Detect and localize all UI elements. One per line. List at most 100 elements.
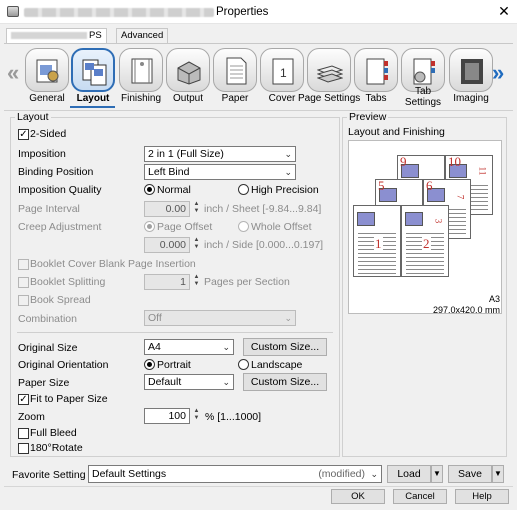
imaging-tab-icon[interactable]: [449, 48, 493, 92]
tab-printer-ps[interactable]: PS: [6, 28, 107, 44]
zoom-spinner[interactable]: ▲ ▼: [192, 408, 201, 424]
creep-whole-offset-radio[interactable]: [238, 221, 249, 232]
full-bleed-checkbox[interactable]: [18, 428, 29, 439]
cancel-button[interactable]: Cancel: [393, 489, 447, 504]
two-sided-checkbox[interactable]: ✓: [18, 129, 29, 140]
tab-finishing[interactable]: Finishing: [119, 93, 163, 104]
cover-tab-icon[interactable]: 1: [260, 48, 304, 92]
quality-normal-radio[interactable]: [144, 184, 155, 195]
preview-paper-size: A3: [488, 294, 500, 304]
page-number: 10: [448, 154, 461, 169]
landscape-label: Landscape: [251, 359, 303, 371]
preview-flower-image: [405, 212, 423, 226]
chevron-down-icon: ⌄: [284, 313, 292, 323]
pages-per-section-input[interactable]: 1: [144, 274, 190, 290]
creep-value-input[interactable]: 0.000: [144, 237, 190, 253]
scroll-right-icon[interactable]: »: [492, 60, 504, 86]
rotate-180-checkbox[interactable]: [18, 443, 29, 454]
booklet-cover-label: Booklet Cover Blank Page Insertion: [30, 258, 196, 270]
fit-to-paper-label: Fit to Paper Size: [30, 393, 108, 405]
page-number: 11: [477, 166, 488, 176]
layout-separator: [17, 332, 333, 333]
tab-layout[interactable]: Layout: [71, 93, 115, 104]
chevron-down-icon: ⌄: [222, 377, 230, 387]
close-icon[interactable]: ✕: [496, 3, 512, 19]
preview-paper-dimensions: 297.0x420.0 mm: [432, 305, 500, 315]
full-bleed-label: Full Bleed: [30, 427, 77, 439]
chevron-down-icon: ⌄: [222, 342, 230, 352]
paper-size-select[interactable]: Default ⌄: [144, 374, 234, 390]
favorite-setting-select[interactable]: Default Settings (modified) ⌄: [88, 465, 382, 483]
fit-to-paper-checkbox[interactable]: ✓: [18, 394, 29, 405]
page-interval-input[interactable]: 0.00: [144, 201, 190, 217]
preview-heading: Layout and Finishing: [348, 126, 445, 138]
tab-tab-settings[interactable]: Tab Settings: [401, 86, 445, 108]
pages-per-section-spinner[interactable]: ▲ ▼: [192, 274, 201, 290]
save-button[interactable]: Save: [448, 465, 492, 483]
creep-page-offset-radio[interactable]: [144, 221, 155, 232]
page-settings-tab-icon[interactable]: [307, 48, 351, 92]
creep-value-spinner[interactable]: ▲ ▼: [192, 237, 201, 253]
combination-select[interactable]: Off ⌄: [144, 310, 296, 326]
quality-normal-label: Normal: [157, 184, 191, 196]
general-tab-icon[interactable]: [25, 48, 69, 92]
tab-tabs[interactable]: Tabs: [354, 93, 398, 104]
imposition-value: 2 in 1 (Full Size): [148, 148, 224, 160]
original-size-value: A4: [148, 341, 161, 353]
paper-tab-icon[interactable]: [213, 48, 257, 92]
load-dropdown-icon[interactable]: ▼: [431, 465, 443, 483]
tab-output[interactable]: Output: [166, 93, 210, 104]
paper-custom-size-button[interactable]: Custom Size...: [243, 373, 327, 391]
original-custom-size-button[interactable]: Custom Size...: [243, 338, 327, 356]
quality-high-radio[interactable]: [238, 184, 249, 195]
quality-high-label: High Precision: [251, 184, 319, 196]
binding-position-select[interactable]: Left Bind ⌄: [144, 164, 296, 180]
preview-page: 1: [353, 205, 401, 277]
portrait-radio[interactable]: [144, 359, 155, 370]
load-button[interactable]: Load: [387, 465, 431, 483]
page-number: 5: [378, 178, 385, 193]
imposition-select[interactable]: 2 in 1 (Full Size) ⌄: [144, 146, 296, 162]
finishing-tab-icon[interactable]: [119, 48, 163, 92]
favorite-setting-label: Favorite Setting: [12, 469, 86, 481]
original-size-label: Original Size: [18, 342, 78, 354]
tab-page-settings[interactable]: Page Settings: [298, 93, 360, 104]
tab-paper[interactable]: Paper: [213, 93, 257, 104]
two-sided-label: 2-Sided: [30, 128, 67, 140]
page-number: 1: [374, 236, 383, 252]
help-button[interactable]: Help: [455, 489, 509, 504]
tabs-tab-icon[interactable]: [354, 48, 398, 92]
imposition-label: Imposition: [18, 148, 66, 160]
output-tab-icon[interactable]: [166, 48, 210, 92]
page-number: 9: [400, 154, 407, 169]
booklet-cover-checkbox[interactable]: [18, 259, 29, 270]
layout-tab-icon[interactable]: [71, 48, 115, 92]
favorite-setting-value: Default Settings: [92, 468, 167, 480]
landscape-radio[interactable]: [238, 359, 249, 370]
imposition-quality-label: Imposition Quality: [18, 184, 102, 196]
rotate-180-label: 180°Rotate: [30, 442, 83, 454]
scroll-left-icon[interactable]: «: [7, 60, 19, 86]
original-orientation-label: Original Orientation: [18, 359, 109, 371]
booklet-splitting-checkbox[interactable]: [18, 277, 29, 288]
book-spread-checkbox[interactable]: [18, 295, 29, 306]
tab-general[interactable]: General: [25, 93, 69, 104]
preview-flower-image: [357, 212, 375, 226]
ribbon-divider: [4, 110, 513, 111]
page-number: 2: [422, 236, 431, 252]
chevron-down-icon: ⌄: [370, 469, 378, 479]
ok-button[interactable]: OK: [331, 489, 385, 504]
tab-advanced[interactable]: Advanced: [116, 28, 169, 44]
page-interval-spinner[interactable]: ▲ ▼: [192, 201, 201, 217]
tab-imaging[interactable]: Imaging: [449, 93, 493, 104]
creep-value-unit: inch / Side [0.000...0.197]: [204, 239, 324, 251]
preview-paper-info: A3 297.0x420.0 mm: [348, 294, 500, 316]
layout-group-label: Layout: [15, 111, 51, 123]
selected-tab-indicator: [70, 106, 115, 108]
binding-position-label: Binding Position: [18, 166, 94, 178]
preview-image: 9 10 11 5 6 7 1 2 3: [348, 140, 502, 314]
save-dropdown-icon[interactable]: ▼: [492, 465, 504, 483]
zoom-input[interactable]: 100: [144, 408, 190, 424]
original-size-select[interactable]: A4 ⌄: [144, 339, 234, 355]
zoom-label: Zoom: [18, 411, 45, 423]
